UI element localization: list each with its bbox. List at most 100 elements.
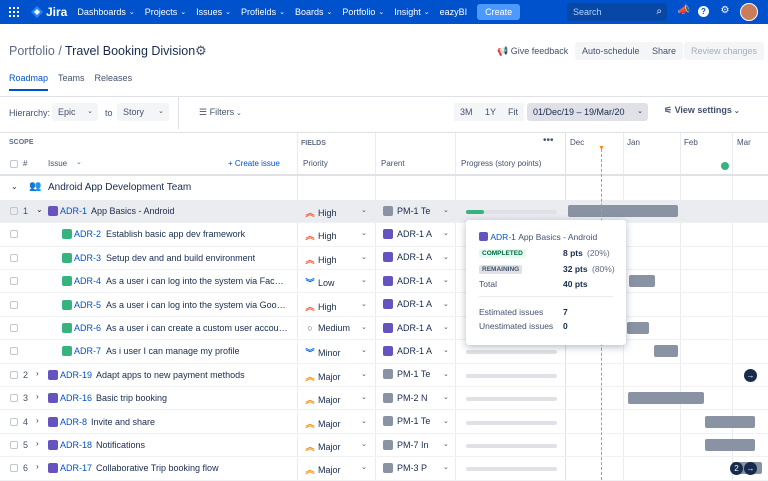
parent-select[interactable]: ADR-1 A ⌄ [383,275,453,286]
nav-item-projects[interactable]: Projects ⌄ [145,7,186,17]
priority-select[interactable]: ︽ High ⌄ [305,229,375,242]
parent-select[interactable]: PM-7 In ⌄ [383,439,453,450]
chevron-right-icon[interactable]: › [36,462,39,471]
priority-select[interactable]: ︽ High ⌄ [305,300,375,313]
nav-item-profields[interactable]: Profields ⌄ [241,7,285,17]
row-checkbox[interactable] [10,253,18,262]
breadcrumb[interactable]: Portfolio / [9,44,62,58]
parent-select[interactable]: ADR-1 A ⌄ [383,322,453,333]
issue-summary[interactable]: Adapt apps to new payment methods [96,370,245,380]
progress-bar[interactable] [466,467,557,472]
create-issue-link[interactable]: + Create issue [228,159,280,168]
issue-key[interactable]: ADR-8 [60,417,87,427]
issue-key[interactable]: ADR-16 [60,393,92,403]
issue-key[interactable]: ADR-18 [60,440,92,450]
issue-key[interactable]: ADR-1 [60,206,87,216]
zoom-3m-button[interactable]: 3M [454,103,479,121]
date-range-select[interactable]: 01/Dec/19 – 19/Mar/20 ⌄ [527,103,648,121]
parent-select[interactable]: ADR-1 A ⌄ [383,345,453,357]
issue-summary[interactable]: As i user I can manage my profile [106,346,240,356]
chevron-down-icon[interactable]: ⌄ [36,205,43,214]
issue-summary[interactable]: Establish basic app dev framework [106,229,245,239]
priority-select[interactable]: ︾ Minor ⌄ [305,346,375,359]
table-row[interactable]: 4 › ADR-8 Invite and share ︽ Major ⌄ PM-1 Te ⌄ [0,411,768,434]
priority-select[interactable]: ︽ Major ⌄ [305,393,375,406]
row-checkbox[interactable] [10,300,18,309]
user-avatar[interactable] [740,3,758,21]
notifications-icon[interactable]: 📣 [677,5,691,19]
zoom-1y-button[interactable]: 1Y [479,103,503,121]
issue-summary[interactable]: Basic trip booking [96,393,167,403]
hierarchy-from-select[interactable]: Epic ⌄ [52,103,98,121]
progress-bar[interactable] [466,210,557,214]
tab-roadmap[interactable]: Roadmap [9,73,49,91]
nav-item-eazybi[interactable]: eazyBI [440,7,468,17]
nav-item-boards[interactable]: Boards ⌄ [295,7,332,17]
timeline-bar[interactable] [654,345,678,358]
issue-key[interactable]: ADR-2 [74,229,101,239]
issue-key[interactable]: ADR-6 [74,323,101,333]
priority-select[interactable]: ︽ High ⌄ [305,206,375,219]
issue-summary[interactable]: Invite and share [91,417,155,427]
priority-select[interactable]: ︾ Low ⌄ [305,276,375,289]
team-row[interactable]: ⌄ 👥 Android App Development Team [0,177,768,199]
row-checkbox[interactable] [10,324,18,332]
row-checkbox[interactable] [10,394,18,403]
parent-select[interactable]: ADR-1 A ⌄ [383,299,453,310]
priority-select[interactable]: ︽ High ⌄ [305,253,375,266]
issue-key[interactable]: ADR-5 [74,300,101,310]
chevron-down-icon[interactable]: ⌄ [11,182,18,191]
chevron-right-icon[interactable]: › [36,439,39,448]
row-checkbox[interactable] [10,417,18,426]
help-icon[interactable]: ? [698,6,709,17]
table-row[interactable]: ADR-7 As i user I can manage my profile ︾ M… [0,340,768,364]
table-row[interactable]: 1 ⌄ ADR-1 App Basics - Android ︽ High ⌄ PM-1 Te… [0,200,768,224]
parent-select[interactable]: ADR-1 A ⌄ [383,228,453,240]
priority-select[interactable]: ︽ Major ⌄ [305,440,375,453]
row-checkbox[interactable] [10,441,18,449]
col-issue[interactable]: Issue [48,159,67,168]
progress-bar[interactable] [466,420,557,425]
table-row[interactable]: ADR-2 Establish basic app dev framework ︽ H… [0,223,768,247]
priority-select[interactable]: ︽ Major ⌄ [305,370,375,383]
table-row[interactable]: 3 › ADR-16 Basic trip booking ︽ Major ⌄ PM-2 N ⌄ [0,387,768,411]
issue-key[interactable]: ADR-3 [74,253,101,263]
filters-button[interactable]: ☰ Filters ⌄ [193,103,253,121]
nav-item-portfolio[interactable]: Portfolio ⌄ [342,7,384,17]
table-row[interactable]: ADR-5 As a user i can log into the system… [0,294,768,317]
table-row[interactable]: 5 › ADR-18 Notifications ︽ Major ⌄ PM-7 In ⌄ [0,434,768,458]
issue-key[interactable]: ADR-19 [60,370,92,380]
progress-bar[interactable] [466,444,557,448]
progress-bar[interactable] [466,350,557,355]
issue-summary[interactable]: As a user i can log into the system via … [106,276,288,286]
parent-select[interactable]: PM-1 Te ⌄ [383,205,453,216]
create-button[interactable]: Create [477,4,521,20]
timeline-bar[interactable] [628,392,704,405]
parent-select[interactable]: PM-2 N ⌄ [383,392,453,403]
more-icon[interactable]: ••• [543,135,554,146]
row-checkbox[interactable] [10,277,18,286]
hierarchy-to-select[interactable]: Story ⌄ [117,103,169,121]
review-changes-button[interactable]: Review changes [684,42,765,60]
nav-item-dashboards[interactable]: Dashboards ⌄ [77,7,134,17]
timeline-bar[interactable] [705,439,755,451]
row-checkbox[interactable] [10,370,18,379]
issue-summary[interactable]: Setup dev and and build environment [106,253,255,263]
issue-summary[interactable]: As a user i can log into the system via … [106,300,288,310]
issue-summary[interactable]: Collaborative Trip booking flow [96,463,219,473]
issue-summary[interactable]: Notifications [96,440,145,450]
give-feedback-button[interactable]: 📢 Give feedback [490,42,575,60]
chevron-right-icon[interactable]: › [36,369,39,378]
plan-settings-icon[interactable]: ⚙ [195,43,207,59]
tab-teams[interactable]: Teams [58,73,85,91]
search-input[interactable]: Search ⌕ [567,3,667,21]
row-checkbox[interactable] [10,230,18,239]
release-marker-icon[interactable] [721,162,729,170]
issue-key[interactable]: ADR-4 [74,276,101,286]
table-row[interactable]: 6 › ADR-17 Collaborative Trip booking flow ︽… [0,457,768,481]
chevron-right-icon[interactable]: › [36,416,39,425]
priority-select[interactable]: ︽ Major ⌄ [305,417,375,430]
priority-select[interactable]: ○ Medium ⌄ [305,323,375,333]
parent-select[interactable]: PM-1 Te ⌄ [383,369,453,380]
parent-select[interactable]: PM-1 Te ⌄ [383,416,453,427]
